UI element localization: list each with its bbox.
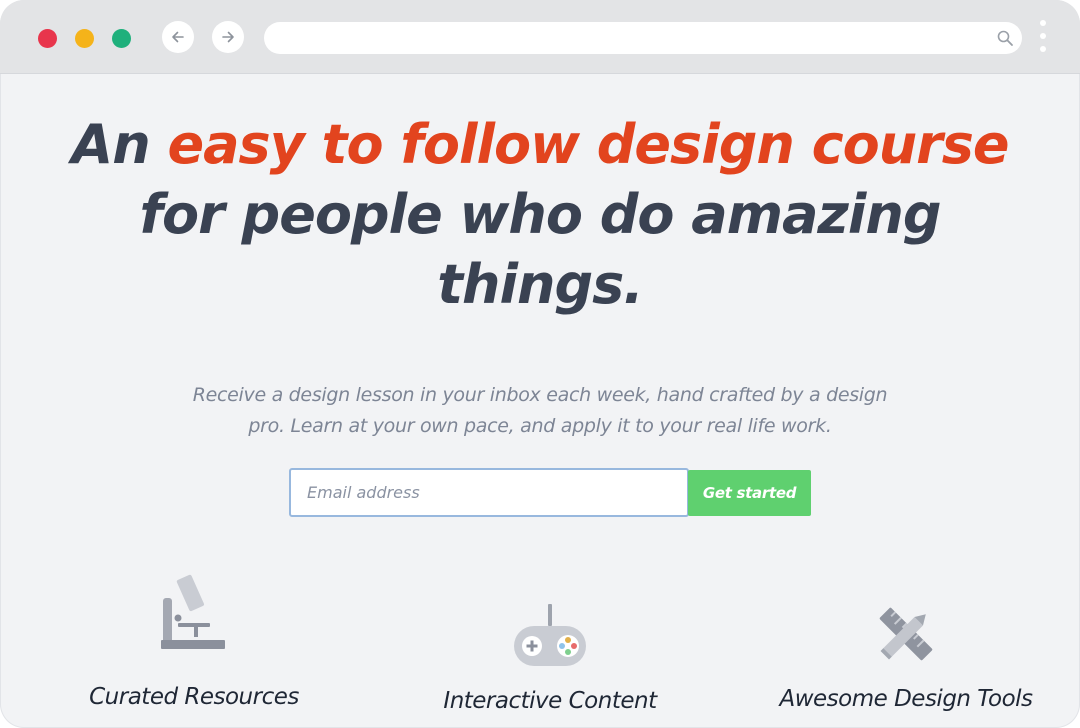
- headline-highlight: easy to follow design course: [167, 113, 1009, 176]
- headline-lead: An: [71, 113, 168, 176]
- hero-description: Receive a design lesson in your inbox ea…: [192, 384, 888, 437]
- maximize-window-button[interactable]: [112, 29, 131, 48]
- forward-button[interactable]: [212, 21, 244, 53]
- ruler-pencil-icon: [879, 607, 933, 661]
- close-window-button[interactable]: [38, 29, 57, 48]
- back-button[interactable]: [162, 21, 194, 53]
- feature-interactive-content: Interactive Content: [380, 568, 720, 714]
- forward-arrow-icon: [222, 31, 234, 43]
- gamepad-icon: [514, 604, 586, 666]
- address-bar[interactable]: [264, 22, 1022, 54]
- minimize-window-button[interactable]: [75, 29, 94, 48]
- feature-awesome-design-tools: Awesome Design Tools: [736, 568, 1076, 712]
- feature-label: Awesome Design Tools: [779, 686, 1033, 712]
- feature-label: Interactive Content: [443, 688, 657, 714]
- get-started-button[interactable]: Get started: [688, 470, 811, 516]
- browser-toolbar: [0, 0, 1080, 74]
- hero-headline: An easy to follow design course for peop…: [60, 110, 1020, 320]
- kebab-menu-icon[interactable]: [1036, 20, 1050, 56]
- headline-rest: for people who do amazing things.: [139, 183, 942, 316]
- search-icon[interactable]: [996, 29, 1014, 47]
- back-arrow-icon: [172, 31, 184, 43]
- feature-curated-resources: Curated Resources: [24, 568, 364, 710]
- browser-window: An easy to follow design course for peop…: [0, 0, 1080, 728]
- microscope-icon: [161, 574, 225, 649]
- feature-label: Curated Resources: [89, 684, 299, 710]
- email-field[interactable]: [289, 468, 689, 517]
